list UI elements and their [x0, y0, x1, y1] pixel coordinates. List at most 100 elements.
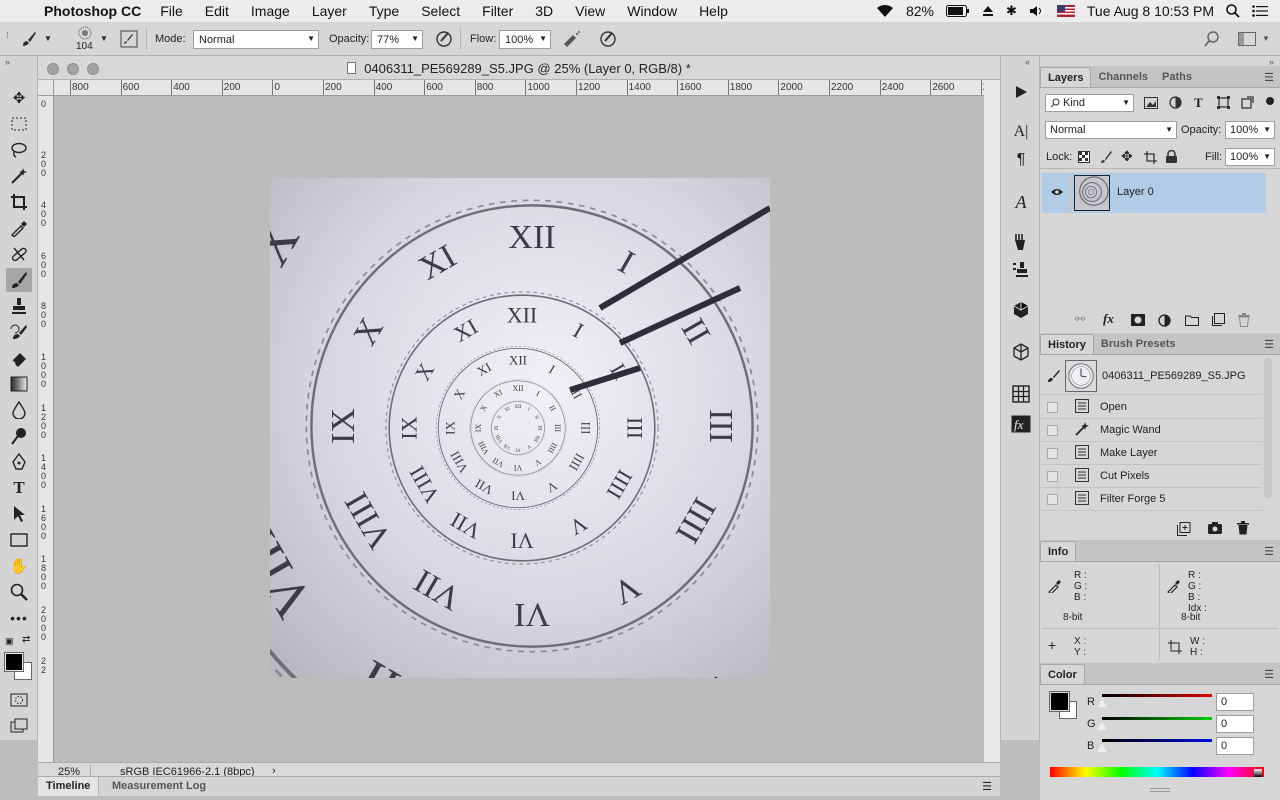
- eye-visibility-icon[interactable]: [1050, 187, 1064, 197]
- actions-play-icon[interactable]: [1008, 80, 1034, 104]
- add-mask-icon[interactable]: [1131, 314, 1145, 326]
- document-title-bar[interactable]: 0406311_PE569289_S5.JPG @ 25% (Layer 0, …: [38, 56, 1000, 80]
- lock-position-icon[interactable]: ✥: [1121, 148, 1133, 165]
- panel-resize-grip[interactable]: [1150, 788, 1170, 792]
- spotlight-icon[interactable]: [1226, 4, 1240, 18]
- tab-paths[interactable]: Paths: [1155, 67, 1199, 87]
- move-tool-icon[interactable]: ✥: [6, 86, 32, 110]
- trash-icon[interactable]: [1237, 521, 1249, 535]
- tab-timeline[interactable]: Timeline: [38, 777, 100, 796]
- canvas-area[interactable]: XIIIIIIIIIIIIVVIVIIVIIIIXXXIXIIIIIIIIIII…: [54, 96, 984, 764]
- glyphs-panel-icon[interactable]: A: [1008, 190, 1034, 214]
- pen-tool-icon[interactable]: [6, 450, 32, 474]
- menu-edit[interactable]: Edit: [194, 3, 240, 19]
- foreground-color-swatch[interactable]: [4, 652, 24, 672]
- brush-size-label[interactable]: 104: [76, 41, 93, 52]
- panel-menu-icon[interactable]: ☰: [1264, 545, 1274, 558]
- chevron-down-icon[interactable]: ▼: [100, 34, 108, 43]
- tab-channels[interactable]: Channels: [1091, 67, 1155, 87]
- panel-menu-icon[interactable]: ☰: [1264, 338, 1274, 351]
- flag-icon[interactable]: [1056, 5, 1075, 17]
- menu-file[interactable]: File: [149, 3, 194, 19]
- color-fg-swatch[interactable]: [1049, 691, 1070, 712]
- filter-toggle-switch[interactable]: [1266, 97, 1274, 105]
- dodge-tool-icon[interactable]: [6, 424, 32, 448]
- swap-colors-icon[interactable]: ⇄: [22, 634, 30, 645]
- lasso-tool-icon[interactable]: [6, 138, 32, 162]
- panel-menu-icon[interactable]: ☰: [1264, 668, 1274, 681]
- menu-help[interactable]: Help: [688, 3, 739, 19]
- zoom-tool-icon[interactable]: [6, 580, 32, 604]
- styles-fx-icon[interactable]: fx: [1008, 412, 1034, 436]
- history-step-checkbox[interactable]: [1047, 447, 1058, 459]
- filter-shape-icon[interactable]: [1217, 96, 1230, 109]
- menu-type[interactable]: Type: [358, 3, 410, 19]
- filter-adjustment-icon[interactable]: [1169, 96, 1182, 109]
- tab-info[interactable]: Info: [1040, 541, 1077, 561]
- magic-wand-tool-icon[interactable]: [6, 164, 32, 188]
- color-g-slider[interactable]: [1102, 717, 1212, 720]
- new-adjustment-layer-icon[interactable]: [1158, 314, 1171, 327]
- clone-stamp-tool-icon[interactable]: [6, 294, 32, 318]
- mode-select[interactable]: Normal ▼: [193, 30, 319, 49]
- brush-tool-preset-icon[interactable]: [20, 30, 38, 48]
- tab-layers[interactable]: Layers: [1040, 67, 1092, 87]
- healing-brush-tool-icon[interactable]: [6, 242, 32, 266]
- color-spectrum-ramp[interactable]: [1050, 767, 1264, 777]
- app-name[interactable]: Photoshop CC: [44, 3, 141, 19]
- 3d-cube-icon[interactable]: [1008, 340, 1034, 364]
- link-layers-icon[interactable]: ⚯: [1075, 312, 1085, 326]
- battery-percent[interactable]: 82%: [906, 3, 934, 19]
- history-step[interactable]: Open: [1040, 396, 1262, 419]
- rectangle-tool-icon[interactable]: [6, 528, 32, 552]
- flow-field[interactable]: 100% ▼: [499, 30, 551, 49]
- history-step[interactable]: Cut Pixels: [1040, 465, 1262, 488]
- history-step-checkbox[interactable]: [1047, 470, 1058, 482]
- panel-menu-icon[interactable]: ☰: [1264, 71, 1274, 84]
- paragraph-panel-icon[interactable]: ¶: [1008, 148, 1034, 172]
- tool-presets-icon[interactable]: [1008, 230, 1034, 254]
- marquee-tool-icon[interactable]: [6, 112, 32, 136]
- panel-menu-icon[interactable]: ☰: [982, 780, 992, 793]
- chevron-down-icon[interactable]: ▼: [1262, 34, 1270, 43]
- lock-pixels-icon[interactable]: [1100, 150, 1113, 164]
- layer-thumbnail[interactable]: [1074, 175, 1110, 211]
- horizontal-ruler[interactable]: 800 600 400 200 0 200 400 600 800 1000 1200 1400 160…: [54, 80, 984, 96]
- history-step-checkbox[interactable]: [1047, 493, 1058, 505]
- 3d-panel-icon[interactable]: [1008, 298, 1034, 322]
- color-b-slider[interactable]: [1102, 739, 1212, 742]
- airbrush-icon[interactable]: [561, 30, 581, 48]
- menu-3d[interactable]: 3D: [524, 3, 564, 19]
- color-b-slider-thumb[interactable]: [1097, 744, 1107, 752]
- layer-name[interactable]: Layer 0: [1117, 186, 1154, 198]
- collapse-icon[interactable]: «: [1025, 57, 1030, 67]
- brush-tool-icon[interactable]: [6, 268, 32, 292]
- canvas-image[interactable]: XIIIIIIIIIIIIVVIVIIVIIIIXXXIXIIIIIIIIIII…: [270, 178, 770, 678]
- camera-snapshot-icon[interactable]: [1208, 522, 1222, 534]
- color-r-slider-thumb[interactable]: [1097, 699, 1107, 707]
- tab-brush-presets[interactable]: Brush Presets: [1094, 334, 1183, 354]
- new-layer-icon[interactable]: [1212, 313, 1225, 326]
- lock-artboard-icon[interactable]: [1144, 151, 1157, 164]
- blend-mode-select[interactable]: Normal ▼: [1045, 121, 1177, 139]
- hand-tool-icon[interactable]: ✋: [6, 554, 32, 578]
- tab-measurement-log[interactable]: Measurement Log: [104, 780, 214, 792]
- gradient-tool-icon[interactable]: [6, 372, 32, 396]
- eyedropper-readout-icon[interactable]: [1167, 577, 1181, 593]
- history-brush-source-icon[interactable]: [1045, 369, 1061, 385]
- history-step[interactable]: Filter Forge 5: [1040, 488, 1262, 511]
- new-group-folder-icon[interactable]: [1185, 314, 1199, 326]
- crop-tool-icon[interactable]: [6, 190, 32, 214]
- layer-fill-field[interactable]: 100% ▼: [1225, 148, 1275, 166]
- color-ramp-black-white[interactable]: [1254, 769, 1262, 777]
- history-step-checkbox[interactable]: [1047, 424, 1058, 436]
- more-tools-icon[interactable]: •••: [6, 606, 32, 630]
- eraser-tool-icon[interactable]: [6, 346, 32, 370]
- history-snapshot-row[interactable]: 0406311_PE569289_S5.JPG: [1040, 357, 1262, 395]
- volume-icon[interactable]: [1029, 5, 1045, 17]
- type-tool-icon[interactable]: T: [6, 476, 32, 500]
- tab-color[interactable]: Color: [1040, 664, 1085, 684]
- color-g-field[interactable]: 0: [1216, 715, 1254, 733]
- eject-icon[interactable]: [982, 5, 994, 17]
- chevron-down-icon[interactable]: ▼: [44, 34, 52, 43]
